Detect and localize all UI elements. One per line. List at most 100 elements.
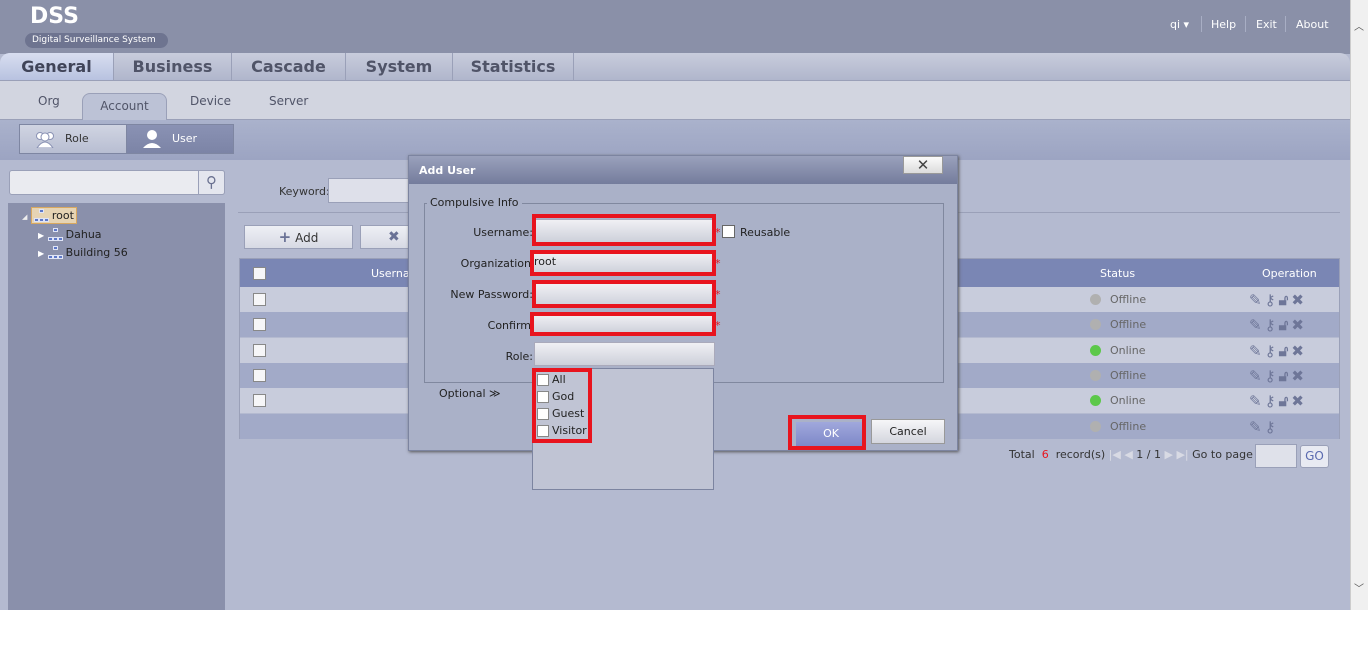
expand-icon[interactable]: ▶ [38, 231, 44, 240]
key-icon[interactable]: ⚷ [1265, 392, 1279, 410]
first-page-icon[interactable]: |◀ [1109, 448, 1121, 461]
subtab-server[interactable]: Server [269, 94, 308, 108]
delete-icon[interactable]: ✖ [1291, 342, 1307, 360]
tree-search-input[interactable] [9, 170, 225, 195]
exit-link[interactable]: Exit [1256, 18, 1277, 31]
tree-node-building-56[interactable]: ▶ Building 56 [38, 246, 128, 260]
dialog-title: Add User [409, 156, 957, 184]
role-label: Role: [505, 350, 533, 363]
subtab-device[interactable]: Device [190, 94, 231, 108]
operations: ✎⚷🔓︎✖ [1249, 392, 1307, 410]
divider [1201, 16, 1202, 32]
highlight-box [530, 312, 716, 336]
col-status: Status [1100, 267, 1136, 280]
subtab-org[interactable]: Org [38, 94, 60, 108]
help-link[interactable]: Help [1211, 18, 1236, 31]
delete-icon[interactable]: ✖ [1291, 291, 1307, 309]
key-icon[interactable]: ⚷ [1265, 316, 1279, 334]
role-label: Role [65, 132, 89, 145]
tab-business[interactable]: Business [114, 53, 232, 80]
org-tree: ◢ root ▶ Dahua ▶ Building 56 [8, 203, 225, 610]
add-button[interactable]: + Add [244, 225, 353, 249]
role-select[interactable] [534, 342, 715, 366]
delete-icon[interactable]: ✖ [1291, 316, 1307, 334]
org-icon [47, 246, 63, 260]
status-cell: Online [1110, 394, 1146, 408]
edit-icon[interactable]: ✎ [1249, 367, 1265, 385]
unlock-icon[interactable]: 🔓︎ [1279, 316, 1292, 334]
last-page-icon[interactable]: ▶| [1176, 448, 1188, 461]
user-button[interactable]: User [126, 124, 234, 154]
required-mark: * [715, 226, 721, 239]
edit-icon[interactable]: ✎ [1249, 342, 1265, 360]
next-page-icon[interactable]: ▶ [1165, 448, 1173, 461]
operations: ✎⚷ [1249, 418, 1279, 436]
status-dot-icon [1090, 344, 1101, 356]
key-icon[interactable]: ⚷ [1265, 342, 1279, 360]
collapse-icon[interactable]: ◢ [22, 213, 27, 221]
pagination: Total 6 record(s) |◀ ◀ 1 / 1 ▶ ▶| Go to … [1009, 448, 1253, 461]
page-indicator: 1 / 1 [1136, 448, 1161, 461]
scroll-down-icon[interactable]: ﹀ [1354, 580, 1364, 595]
delete-icon[interactable]: ✖ [1291, 392, 1307, 410]
expand-icon[interactable]: ▶ [38, 249, 44, 258]
tree-node-root[interactable]: ◢ root [22, 207, 77, 224]
scrollbar[interactable]: ︿ ﹀ [1350, 0, 1368, 610]
status-cell: Offline [1110, 368, 1147, 382]
subtab-account[interactable]: Account [82, 93, 167, 120]
role-button[interactable]: Role [19, 124, 127, 154]
username-label: Username: [473, 226, 533, 239]
row-checkbox[interactable] [253, 293, 266, 306]
edit-icon[interactable]: ✎ [1249, 291, 1265, 309]
password-label: New Password: [450, 288, 533, 301]
role-user-bar: Role User [0, 120, 1350, 160]
key-icon[interactable]: ⚷ [1265, 418, 1279, 436]
row-checkbox[interactable] [253, 394, 266, 408]
user-icon [143, 130, 161, 148]
status-cell: Offline [1110, 293, 1147, 306]
unlock-icon[interactable]: 🔓︎ [1279, 342, 1292, 360]
total-label: Total [1009, 448, 1035, 461]
group-legend: Compulsive Info [427, 196, 522, 209]
row-checkbox[interactable] [253, 343, 266, 357]
user-menu[interactable]: qi ▾ [1170, 18, 1189, 31]
edit-icon[interactable]: ✎ [1249, 418, 1265, 436]
reusable-checkbox[interactable] [722, 225, 735, 238]
organization-label: Organization [460, 257, 531, 270]
operations: ✎⚷🔓︎✖ [1249, 291, 1307, 309]
scroll-up-icon[interactable]: ︿ [1354, 18, 1364, 33]
tab-general[interactable]: General [0, 53, 114, 80]
row-checkbox[interactable] [253, 318, 266, 332]
tab-cascade[interactable]: Cascade [232, 53, 346, 80]
cancel-button[interactable]: Cancel [871, 419, 945, 444]
unlock-icon[interactable]: 🔓︎ [1279, 291, 1292, 309]
status-cell: Online [1110, 343, 1146, 357]
go-button[interactable]: GO [1300, 445, 1329, 468]
search-icon[interactable]: ⚲ [198, 170, 225, 195]
sub-tabs: Org Account Device Server [0, 81, 1350, 120]
edit-icon[interactable]: ✎ [1249, 392, 1265, 410]
delete-icon[interactable]: ✖ [1291, 367, 1307, 385]
unlock-icon[interactable]: 🔓︎ [1279, 392, 1292, 410]
goto-page-input[interactable] [1255, 444, 1297, 468]
operations: ✎⚷🔓︎✖ [1249, 342, 1307, 360]
keyword-input[interactable] [328, 178, 418, 203]
key-icon[interactable]: ⚷ [1265, 291, 1279, 309]
total-count: 6 [1041, 448, 1049, 461]
key-icon[interactable]: ⚷ [1265, 367, 1279, 385]
about-link[interactable]: About [1296, 18, 1329, 31]
status-dot-icon [1090, 369, 1101, 381]
unlock-icon[interactable]: 🔓︎ [1279, 367, 1292, 385]
row-checkbox[interactable] [253, 368, 266, 382]
close-button[interactable]: ✕ [903, 156, 943, 174]
edit-icon[interactable]: ✎ [1249, 316, 1265, 334]
optional-toggle[interactable]: Optional ≫ [439, 387, 501, 400]
tree-node-dahua[interactable]: ▶ Dahua [38, 228, 102, 242]
status-dot-icon [1090, 420, 1101, 432]
tab-system[interactable]: System [346, 53, 453, 80]
prev-page-icon[interactable]: ◀ [1124, 448, 1132, 461]
status-cell: Offline [1110, 318, 1147, 332]
goto-label: Go to page [1192, 448, 1253, 461]
tab-statistics[interactable]: Statistics [453, 53, 574, 80]
select-all-checkbox[interactable] [253, 267, 266, 280]
